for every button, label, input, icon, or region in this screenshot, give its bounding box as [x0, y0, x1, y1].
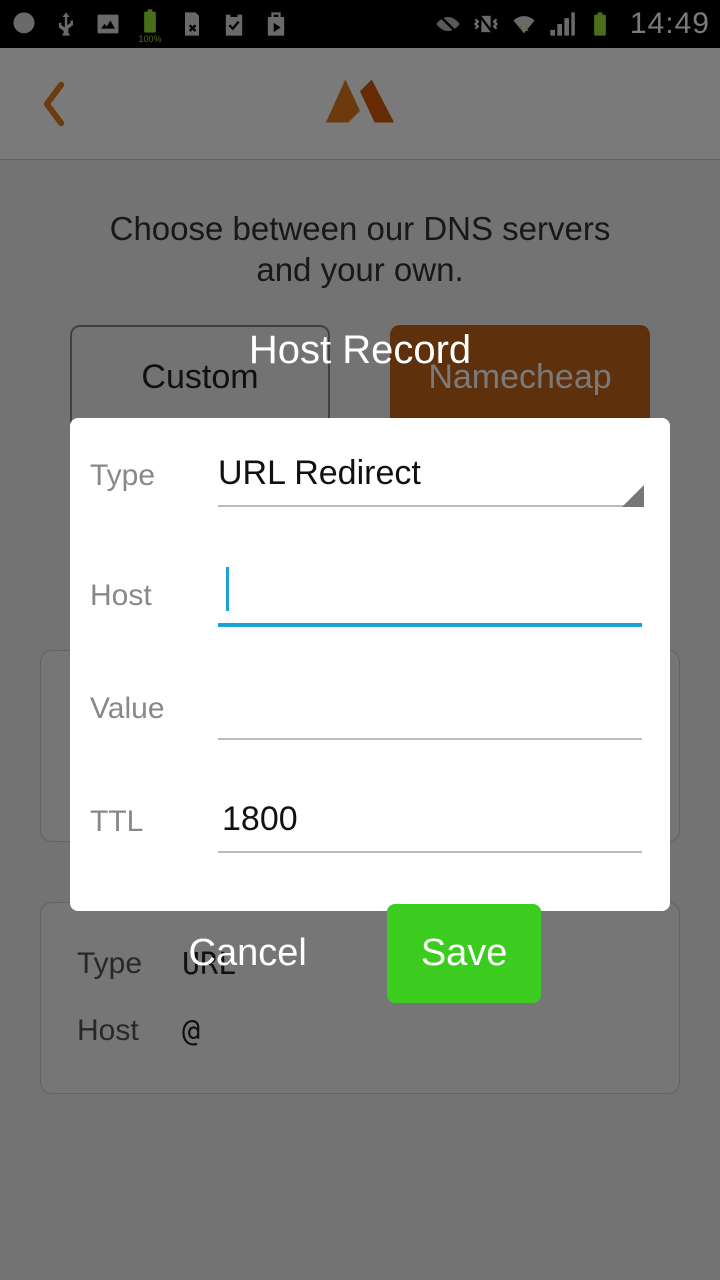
cancel-button[interactable]: Cancel: [179, 906, 317, 1001]
type-label: Type: [90, 459, 218, 507]
value-row: Value: [90, 677, 642, 740]
dropdown-triangle-icon: [622, 485, 644, 507]
text-cursor: [226, 567, 229, 611]
type-select[interactable]: URL Redirect: [218, 454, 642, 507]
type-select-value: URL Redirect: [218, 454, 421, 492]
type-row: Type URL Redirect: [90, 454, 642, 507]
host-input[interactable]: [218, 557, 642, 627]
host-label: Host: [90, 579, 218, 627]
host-record-dialog-wrap: Host Record Type URL Redirect Host Value: [0, 0, 720, 1280]
dialog-actions: Cancel Save: [0, 904, 720, 1003]
value-input[interactable]: [218, 677, 642, 740]
dialog-title: Host Record: [0, 328, 720, 373]
value-label: Value: [90, 692, 218, 740]
ttl-row: TTL: [90, 790, 642, 853]
ttl-input[interactable]: [218, 790, 642, 853]
ttl-label: TTL: [90, 805, 218, 853]
host-record-dialog: Type URL Redirect Host Value TTL: [70, 418, 670, 911]
save-button[interactable]: Save: [387, 904, 542, 1003]
host-row: Host: [90, 557, 642, 627]
